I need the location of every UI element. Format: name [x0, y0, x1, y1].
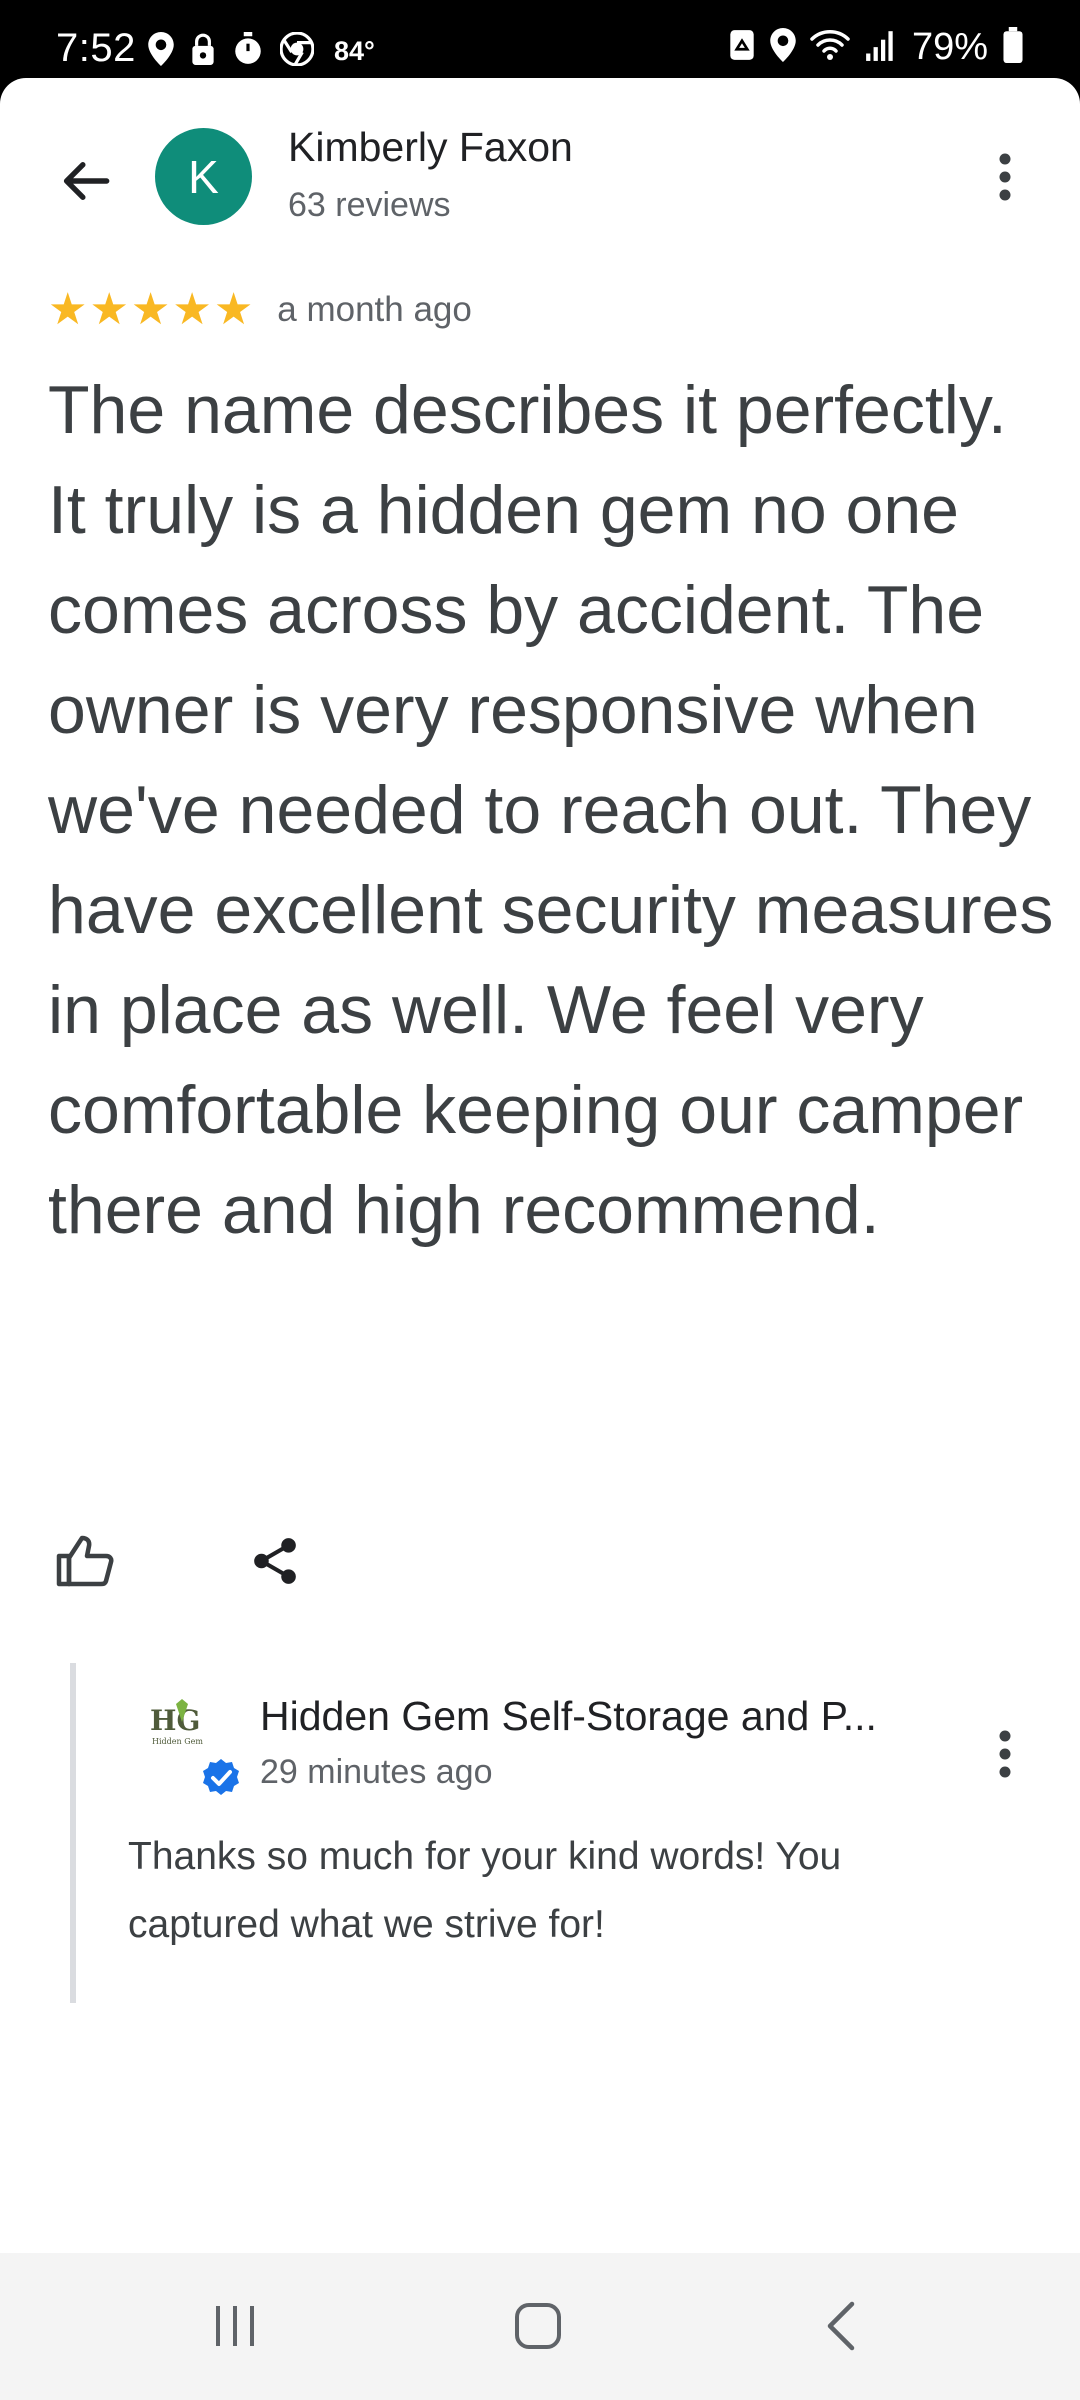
- status-time: 7:52: [56, 26, 136, 70]
- thumbs-up-icon: [56, 1535, 114, 1587]
- battery-icon: [1002, 27, 1024, 68]
- review-header: K Kimberly Faxon 63 reviews: [0, 78, 1080, 278]
- wifi-icon: [810, 28, 850, 67]
- signal-icon: [864, 28, 898, 67]
- back-button[interactable]: [42, 138, 128, 224]
- more-options-button[interactable]: [970, 142, 1040, 212]
- reviewer-name[interactable]: Kimberly Faxon: [288, 124, 573, 171]
- owner-reply: HG Hidden Gem Hidden Gem Self-Storage an…: [70, 1663, 1040, 2003]
- temperature-text: 84°: [334, 36, 375, 66]
- status-left-icons: 84°: [148, 31, 375, 71]
- system-nav-bar: [0, 2253, 1080, 2400]
- star-icon: ★: [48, 285, 88, 334]
- more-vert-icon: [999, 1730, 1011, 1778]
- reviewer-avatar[interactable]: K: [155, 128, 252, 225]
- business-name[interactable]: Hidden Gem Self-Storage and P...: [260, 1693, 877, 1740]
- timer-icon: [232, 32, 264, 71]
- arrow-back-icon: [63, 162, 110, 200]
- location-icon: [770, 28, 796, 67]
- lock-icon: [190, 32, 216, 71]
- review-text: The name describes it perfectly. It trul…: [48, 372, 1054, 1248]
- home-button[interactable]: [493, 2291, 583, 2361]
- more-vert-icon: [999, 153, 1011, 201]
- reply-more-button[interactable]: [970, 1719, 1040, 1789]
- nav-back-button[interactable]: [796, 2291, 886, 2361]
- share-icon: [254, 1538, 296, 1584]
- star-icon: ★: [89, 285, 129, 334]
- verified-icon: [201, 1758, 241, 1798]
- logo-subtext: Hidden Gem: [152, 1737, 203, 1746]
- status-right-icons: 79%: [728, 26, 1024, 69]
- battery-text: 79%: [911, 26, 988, 68]
- review-actions: [52, 1528, 308, 1594]
- reply-text: Thanks so much for your kind words! You …: [128, 1835, 842, 1946]
- review-time: a month ago: [277, 290, 472, 329]
- review-count: 63 reviews: [288, 186, 451, 224]
- business-logo[interactable]: HG Hidden Gem: [146, 1698, 216, 1752]
- home-icon: [515, 2303, 561, 2349]
- recents-icon: [216, 2306, 254, 2346]
- star-icon: ★: [130, 285, 171, 334]
- recents-button[interactable]: [190, 2291, 280, 2361]
- star-rating: ★ ★ ★ ★ ★: [48, 288, 253, 332]
- logo-text: HG: [150, 1704, 200, 1737]
- recycle-icon: [728, 28, 756, 67]
- star-icon: ★: [213, 285, 254, 334]
- back-icon: [827, 2301, 855, 2351]
- star-icon: ★: [172, 285, 212, 334]
- like-button[interactable]: [52, 1528, 118, 1594]
- rating-row: ★ ★ ★ ★ ★ a month ago: [48, 288, 472, 332]
- location-icon: [148, 32, 174, 71]
- chrome-icon: [279, 31, 315, 71]
- reply-time: 29 minutes ago: [260, 1753, 493, 1791]
- share-button[interactable]: [242, 1528, 308, 1594]
- review-sheet: K Kimberly Faxon 63 reviews ★ ★ ★ ★ ★ a …: [0, 78, 1080, 2253]
